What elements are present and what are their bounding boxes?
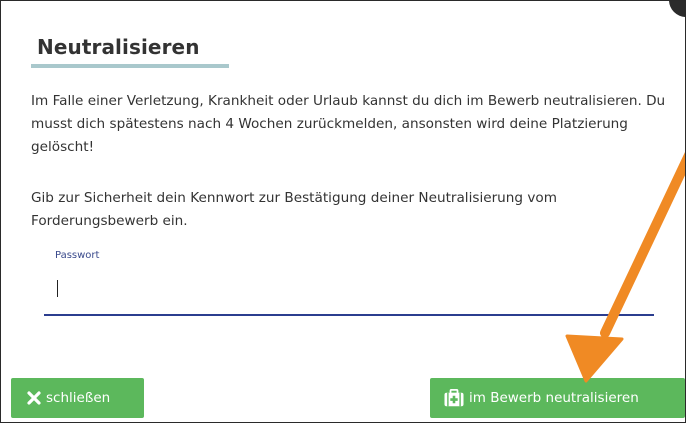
medkit-icon (444, 389, 464, 407)
neutralize-button[interactable]: im Bewerb neutralisieren (430, 378, 685, 418)
x-icon (27, 391, 41, 405)
password-label: Passwort (55, 250, 100, 261)
corner-decoration (669, 1, 685, 17)
password-input[interactable] (44, 265, 654, 316)
instruction-paragraph: Gib zur Sicherheit dein Kennwort zur Bes… (31, 190, 557, 229)
close-button-label: schließen (46, 390, 111, 406)
close-button[interactable]: schließen (11, 378, 144, 418)
text-caret (57, 280, 58, 297)
password-field-group: Passwort (44, 247, 654, 317)
neutralize-button-label: im Bewerb neutralisieren (469, 390, 639, 406)
neutralize-modal: Neutralisieren Im Falle einer Verletzung… (0, 0, 686, 423)
info-paragraph: Im Falle einer Verletzung, Krankheit ode… (31, 93, 666, 155)
modal-title: Neutralisieren (37, 35, 200, 59)
title-underline (31, 64, 229, 68)
